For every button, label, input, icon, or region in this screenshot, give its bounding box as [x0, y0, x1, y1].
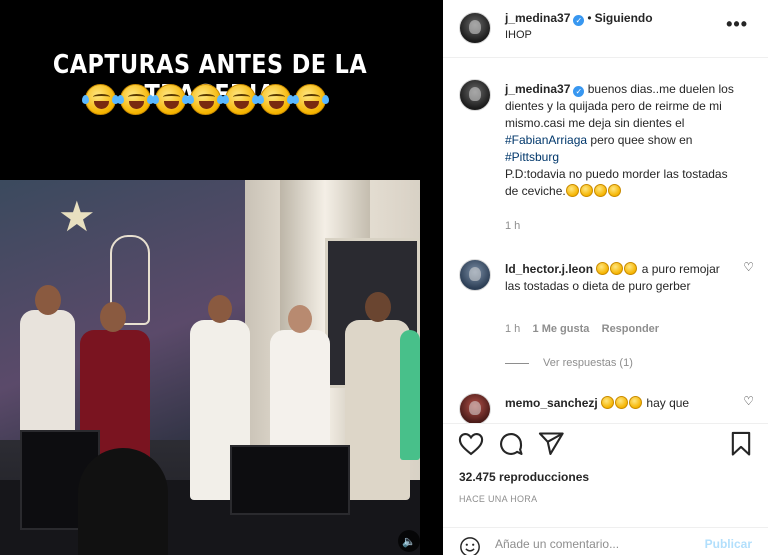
- performer-head: [100, 302, 126, 332]
- avatar[interactable]: [459, 79, 491, 111]
- comment-item: memo_sanchezj hay que ♡: [459, 389, 754, 423]
- rolling-laughing-emoji-icon: [82, 84, 119, 115]
- post-details-panel: j_medina37 ✓ • Siguiendo IHOP ••• j_medina3…: [443, 0, 768, 555]
- grinning-sweat-emoji-icon: [601, 396, 615, 409]
- header-username[interactable]: j_medina37: [505, 11, 570, 25]
- comment-input[interactable]: [495, 537, 695, 551]
- comment-text: ld_hector.j.leon a puro remojar las tost…: [505, 261, 730, 295]
- heart-icon[interactable]: [457, 430, 485, 458]
- views-count[interactable]: 32.475 reproducciones: [459, 470, 589, 484]
- performer-head: [35, 285, 61, 315]
- location-link[interactable]: IHOP: [505, 29, 532, 41]
- grinning-sweat-emoji-icon: [610, 262, 624, 275]
- caption-username[interactable]: j_medina37: [505, 82, 570, 96]
- emoji-picker-icon[interactable]: [459, 536, 481, 555]
- performer-head: [288, 305, 312, 333]
- comment-username[interactable]: memo_sanchezj: [505, 396, 598, 410]
- like-comment-heart-icon[interactable]: ♡: [743, 394, 754, 408]
- post-time[interactable]: HACE UNA HORA: [459, 494, 537, 504]
- performer: [400, 330, 420, 460]
- emoji-row: [82, 84, 329, 115]
- verified-badge-icon: ✓: [573, 86, 585, 97]
- bookmark-icon[interactable]: [727, 430, 755, 458]
- caption-time[interactable]: 1 h: [505, 220, 520, 232]
- rolling-laughing-emoji-icon: [292, 84, 329, 115]
- rolling-laughing-emoji-icon: [222, 84, 259, 115]
- comments-list[interactable]: j_medina37 ✓ buenos dias..me duelen los d…: [443, 59, 768, 423]
- add-comment-bar: Publicar: [443, 527, 768, 555]
- comment-text: memo_sanchezj hay que: [505, 395, 730, 412]
- rolling-laughing-emoji-icon: [607, 184, 621, 197]
- share-icon[interactable]: [537, 430, 565, 458]
- rolling-laughing-emoji-icon: [187, 84, 224, 115]
- follow-status-button[interactable]: Siguiendo: [595, 11, 653, 25]
- comment-username[interactable]: ld_hector.j.leon: [505, 262, 593, 276]
- audience-head: [78, 448, 168, 555]
- video-frame[interactable]: ★: [0, 180, 420, 555]
- speaker-icon[interactable]: 🔈: [398, 530, 420, 552]
- grinning-sweat-emoji-icon: [615, 396, 629, 409]
- publish-button[interactable]: Publicar: [705, 537, 752, 551]
- reply-button[interactable]: Responder: [602, 323, 659, 335]
- performer-head: [365, 292, 391, 322]
- performer-head: [208, 295, 232, 323]
- caption-text-2: pero quee show en: [590, 133, 693, 147]
- caption-text: j_medina37 ✓ buenos dias..me duelen los d…: [505, 81, 743, 200]
- rolling-laughing-emoji-icon: [565, 184, 579, 197]
- hashtag-link[interactable]: #Pittsburg: [505, 150, 559, 164]
- hashtag-link[interactable]: #FabianArriaga: [505, 133, 587, 147]
- header-user-line: j_medina37 ✓ • Siguiendo: [505, 11, 653, 26]
- comment-likes[interactable]: 1 Me gusta: [533, 323, 590, 335]
- stage-speaker: [230, 445, 350, 515]
- verified-badge-icon: ✓: [573, 15, 585, 26]
- rolling-laughing-emoji-icon: [579, 184, 593, 197]
- header-separator: •: [587, 11, 592, 25]
- comment-time[interactable]: 1 h: [505, 323, 520, 335]
- avatar[interactable]: [459, 393, 491, 423]
- grinning-sweat-emoji-icon: [624, 262, 638, 275]
- view-replies-button[interactable]: Ver respuestas (1): [505, 357, 633, 369]
- comment-icon[interactable]: [497, 430, 525, 458]
- comment-body: hay que: [646, 396, 690, 410]
- star-decoration: ★: [58, 193, 96, 240]
- rolling-laughing-emoji-icon: [593, 184, 607, 197]
- action-bar: [443, 423, 768, 469]
- more-options-icon[interactable]: •••: [726, 14, 748, 35]
- comment-meta: 1 h 1 Me gusta Responder: [505, 323, 659, 335]
- like-comment-heart-icon[interactable]: ♡: [743, 260, 754, 274]
- post-header: j_medina37 ✓ • Siguiendo IHOP •••: [443, 0, 768, 58]
- grinning-sweat-emoji-icon: [629, 396, 643, 409]
- rolling-laughing-emoji-icon: [257, 84, 294, 115]
- rolling-laughing-emoji-icon: [152, 84, 189, 115]
- post-caption: j_medina37 ✓ buenos dias..me duelen los d…: [459, 75, 754, 245]
- rolling-laughing-emoji-icon: [117, 84, 154, 115]
- avatar[interactable]: [459, 259, 491, 291]
- post-media[interactable]: CAPTURAS ANTES DE LA TRAGEDIA ★: [0, 0, 443, 555]
- avatar[interactable]: [459, 12, 491, 44]
- grinning-sweat-emoji-icon: [596, 262, 610, 275]
- comment-item: ld_hector.j.leon a puro remojar las tost…: [459, 255, 754, 365]
